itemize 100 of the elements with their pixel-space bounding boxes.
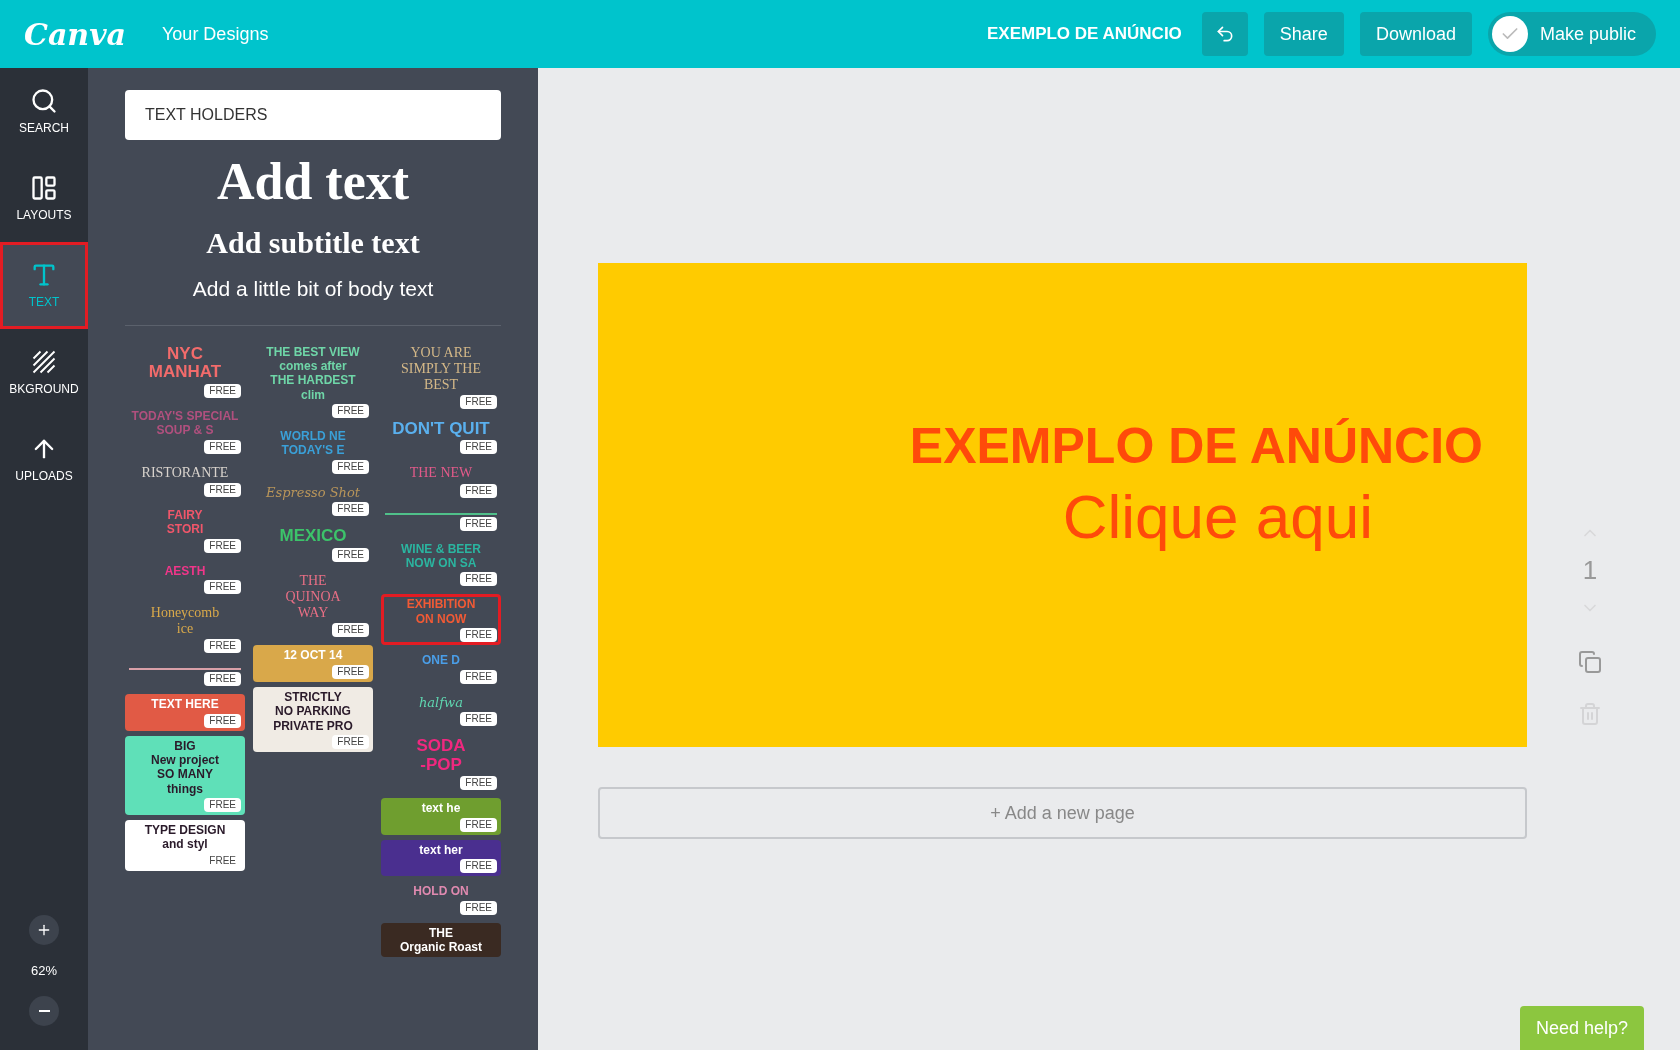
free-badge: FREE — [460, 628, 497, 643]
free-badge: FREE — [204, 383, 241, 398]
template-thumbnail[interactable]: text he FREE — [381, 798, 501, 835]
thumbnail-text: RISTORANTE — [141, 464, 229, 481]
free-badge: FREE — [460, 712, 497, 727]
add-body-button[interactable]: Add a little bit of body text — [125, 273, 501, 305]
template-thumbnail[interactable]: MEXICO FREE — [253, 524, 373, 566]
thumbnail-text: THE — [429, 925, 453, 941]
add-subtitle-button[interactable]: Add subtitle text — [125, 220, 501, 265]
thumbnail-text: text he — [421, 801, 461, 816]
free-badge: FREE — [204, 482, 241, 497]
thumbnail-text: AESTH — [164, 563, 206, 578]
template-thumbnail[interactable]: Honeycomb ice FREE — [125, 601, 245, 657]
template-thumbnail[interactable]: Espresso Shot FREE — [253, 481, 373, 520]
template-thumbnail[interactable]: TEXT HERE FREE — [125, 694, 245, 731]
thumbnail-text: MEXICO — [279, 527, 347, 547]
template-thumbnail[interactable]: NYC MANHAT FREE — [125, 341, 245, 401]
thumbnail-text: and styl — [162, 837, 208, 852]
template-thumbnail[interactable]: WORLD NE TODAY'S E FREE — [253, 426, 373, 477]
free-badge: FREE — [460, 440, 497, 455]
template-thumbnail[interactable]: SODA -POP FREE — [381, 734, 501, 794]
undo-button[interactable] — [1201, 12, 1248, 56]
thumbnail-text: HOLD ON — [413, 884, 469, 899]
zoom-level: 62% — [31, 961, 57, 980]
add-heading-button[interactable]: Add text — [125, 156, 501, 208]
free-badge: FREE — [204, 579, 241, 594]
copy-icon[interactable] — [1578, 650, 1602, 674]
thumbnail-text: THE BEST VIEW — [266, 344, 360, 359]
sidebar-tab[interactable]: BKGROUND — [0, 329, 88, 416]
free-badge: FREE — [460, 900, 497, 915]
template-thumbnail[interactable]: FAIRY STORI FREE — [125, 504, 245, 556]
thumbnail-text: 12 OCT 14 — [283, 648, 343, 663]
thumbnail-text: TODAY'S E — [281, 443, 345, 458]
search-field[interactable]: TEXT HOLDERS — [125, 90, 501, 140]
template-thumbnail[interactable]: HOLD ON FREE — [381, 881, 501, 918]
thumbnail-text: text her — [419, 842, 463, 858]
thumbnail-text: FAIRY — [167, 507, 203, 523]
sidebar-tab[interactable]: UPLOADS — [0, 416, 88, 503]
thumbnail-text: clim — [301, 387, 325, 403]
template-thumbnail[interactable]: ONE D FREE — [381, 650, 501, 687]
thumbnail-text: MANHAT — [148, 363, 222, 382]
layout-icon — [30, 173, 58, 202]
template-thumbnail[interactable]: THE Organic Roast — [381, 922, 501, 958]
zoom-out-button[interactable] — [29, 996, 59, 1026]
free-badge: FREE — [204, 798, 241, 813]
search-icon — [30, 86, 58, 115]
template-thumbnail[interactable]: halfwa FREE — [381, 691, 501, 730]
template-thumbnail[interactable]: text her FREE — [381, 839, 501, 877]
thumbnail-text: NYC — [167, 344, 203, 364]
thumbnail-text: QUINOA — [285, 589, 341, 606]
template-thumbnail[interactable]: THE BEST VIEW comes after THE HARDEST clim FREE — [253, 341, 373, 422]
thumbnail-text: WAY — [297, 605, 329, 622]
template-thumbnail[interactable]: YOU ARE SIMPLY THE BEST FREE — [381, 341, 501, 412]
free-badge: FREE — [460, 859, 497, 874]
template-thumbnail[interactable]: 12 OCT 14 FREE — [253, 645, 373, 682]
thumbnail-text: TYPE DESIGN — [144, 823, 226, 838]
thumbnail-text: EXHIBITION — [406, 597, 476, 612]
template-thumbnail[interactable]: DON'T QUIT FREE — [381, 416, 501, 458]
template-thumbnail[interactable]: FREE — [125, 661, 245, 690]
free-badge: FREE — [204, 439, 241, 454]
zoom-in-button[interactable] — [29, 914, 59, 945]
template-thumbnail[interactable]: THE NEW FREE — [381, 462, 501, 501]
thumbnail-text: STRICTLY — [284, 689, 342, 705]
template-thumbnail[interactable]: TYPE DESIGN and styl FREE — [125, 820, 245, 871]
free-badge: FREE — [460, 572, 497, 587]
template-thumbnail[interactable]: WINE & BEER NOW ON SA FREE — [381, 538, 501, 590]
minus-icon — [38, 1010, 50, 1012]
thumbnail-text: Honeycomb — [150, 604, 220, 621]
free-badge: FREE — [204, 713, 241, 728]
free-badge: FREE — [460, 483, 497, 498]
template-thumbnail[interactable]: STRICTLY NO PARKING PRIVATE PRO FREE — [253, 686, 373, 752]
template-thumbnail[interactable]: EXHIBITION ON NOW FREE — [381, 594, 501, 646]
thumbnail-text: TODAY'S SPECIAL — [131, 408, 239, 424]
free-badge: FREE — [460, 817, 497, 832]
free-badge: FREE — [332, 548, 369, 563]
free-badge: FREE — [204, 639, 241, 654]
thumbnail-text: NO PARKING — [275, 704, 351, 719]
template-thumbnail[interactable]: RISTORANTE FREE — [125, 461, 245, 500]
thumbnail-text: THE NEW — [409, 465, 473, 482]
undo-icon — [1214, 24, 1235, 44]
thumbnail-text: comes after — [279, 358, 347, 374]
sidebar-tab[interactable]: TEXT — [0, 242, 88, 329]
thumbnail-text: NOW ON SA — [405, 555, 477, 571]
sidebar-tab[interactable]: SEARCH — [0, 68, 88, 155]
thumbnail-text: SODA — [416, 737, 466, 756]
template-thumbnail[interactable]: BIG New project SO MANY things FREE — [125, 735, 245, 816]
thumbnail-text: THE — [299, 573, 327, 590]
template-thumbnail[interactable]: AESTH FREE — [125, 560, 245, 597]
thumbnail-text: THE HARDEST — [270, 373, 356, 388]
thumbnail-text: -POP — [420, 755, 462, 775]
template-thumbnail[interactable]: TODAY'S SPECIAL SOUP & S FREE — [125, 405, 245, 457]
free-badge: FREE — [332, 459, 369, 474]
free-badge: FREE — [460, 776, 497, 791]
sidebar-tab[interactable]: LAYOUTS — [0, 155, 88, 242]
thumbnail-text: WORLD NE — [280, 429, 346, 444]
template-thumbnail[interactable]: FREE — [381, 505, 501, 534]
thumbnail-text: BIG — [174, 738, 196, 753]
thumbnail-text: halfwa — [419, 694, 463, 711]
free-badge: FREE — [332, 623, 369, 638]
template-thumbnail[interactable]: THE QUINOA WAY FREE — [253, 570, 373, 641]
